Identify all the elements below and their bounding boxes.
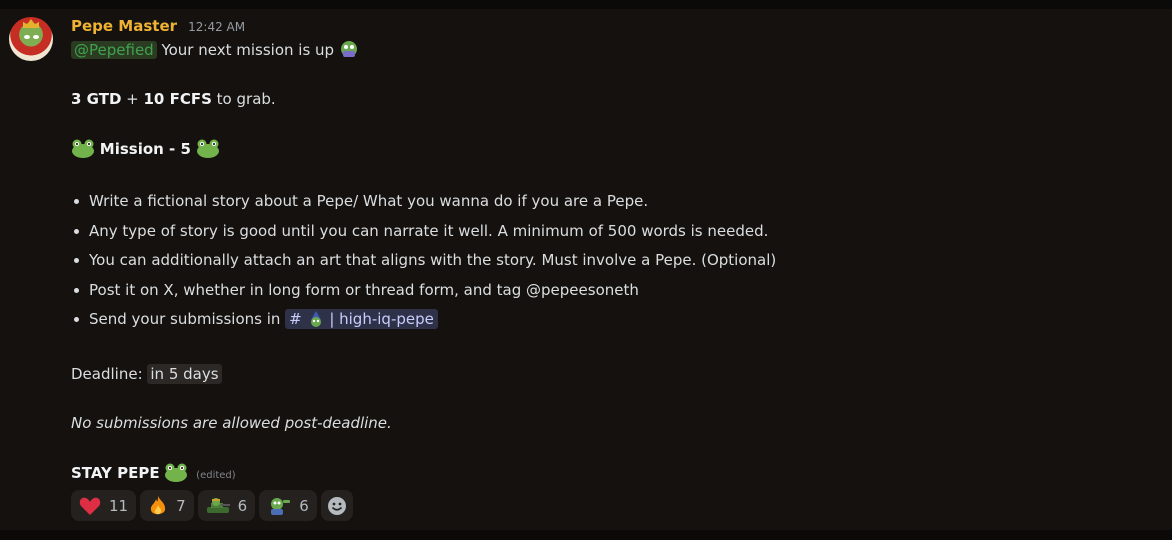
pepe-dance-icon [271,497,291,515]
fire-icon [150,495,166,514]
list-item: Post it on X, whether in long form or th… [73,280,776,310]
deadline-timestamp[interactable]: in 5 days [147,364,222,384]
deadline-label: Deadline: [71,365,148,383]
channel-link[interactable]: # | high-iq-pepe [285,309,438,329]
pepe-salute-icon [340,41,357,57]
reaction-pepe-dance[interactable]: 6 [259,490,317,521]
edited-label: (edited) [196,470,236,481]
user-mention[interactable]: @Pepefied [71,41,157,59]
gtd-amount: 3 GTD [71,90,122,108]
deadline-line: Deadline: in 5 days [71,364,222,384]
mention-line: @Pepefied Your next mission is up [71,39,359,60]
intro-text: Your next mission is up [156,41,335,59]
list-item: Write a fictional story about a Pepe/ Wh… [73,191,776,221]
crown-icon [23,19,39,28]
deadline-note: No submissions are allowed post-deadline… [71,414,392,432]
reaction-count: 6 [237,496,248,515]
avatar-eye [33,35,39,39]
reaction-fire[interactable]: 7 [140,490,194,521]
list-item: Any type of story is good until you can … [73,221,776,251]
reward-line: 3 GTD + 10 FCFS to grab. [71,89,276,109]
avatar[interactable] [9,17,53,61]
frog-icon [72,139,94,158]
heart-icon [79,497,101,515]
wizard-pepe-icon [310,311,321,327]
list-item-submissions: Send your submissions in # | high-iq-pep… [73,309,776,339]
timestamp[interactable]: 12:42 AM [188,20,245,34]
reward-plus: + [121,90,144,108]
list-item: You can additionally attach an art that … [73,250,776,280]
signoff-line: STAY PEPE (edited) [71,462,236,486]
signoff-text: STAY PEPE [71,464,160,482]
reaction-count: 7 [176,496,186,515]
channel-hash-icon: # [289,310,302,328]
channel-name: | high-iq-pepe [329,310,434,328]
fcfs-amount: 10 FCFS [143,90,212,108]
reaction-heart[interactable]: 11 [71,490,137,521]
frog-icon [196,139,219,158]
reward-suffix: to grab. [211,90,276,108]
reaction-pepe-tank[interactable]: 6 [197,490,256,521]
reactions-bar: 11 7 6 6 [71,490,353,521]
frog-icon [165,463,188,482]
mission-title: Mission - 5 [99,140,191,158]
smiley-add-icon [327,496,346,515]
avatar-eye [24,35,30,39]
message-header: Pepe Master 12:42 AM [71,16,245,35]
task-list: Write a fictional story about a Pepe/ Wh… [71,191,776,339]
pepe-tank-icon [206,497,230,513]
submission-text: Send your submissions in [89,310,286,328]
mission-title-line: Mission - 5 [71,138,220,159]
message: Pepe Master 12:42 AM @Pepefied Your next… [0,9,1172,530]
reaction-count: 6 [299,496,309,515]
username[interactable]: Pepe Master [71,17,177,35]
add-reaction-button[interactable] [320,490,353,521]
reaction-count: 11 [109,496,129,515]
